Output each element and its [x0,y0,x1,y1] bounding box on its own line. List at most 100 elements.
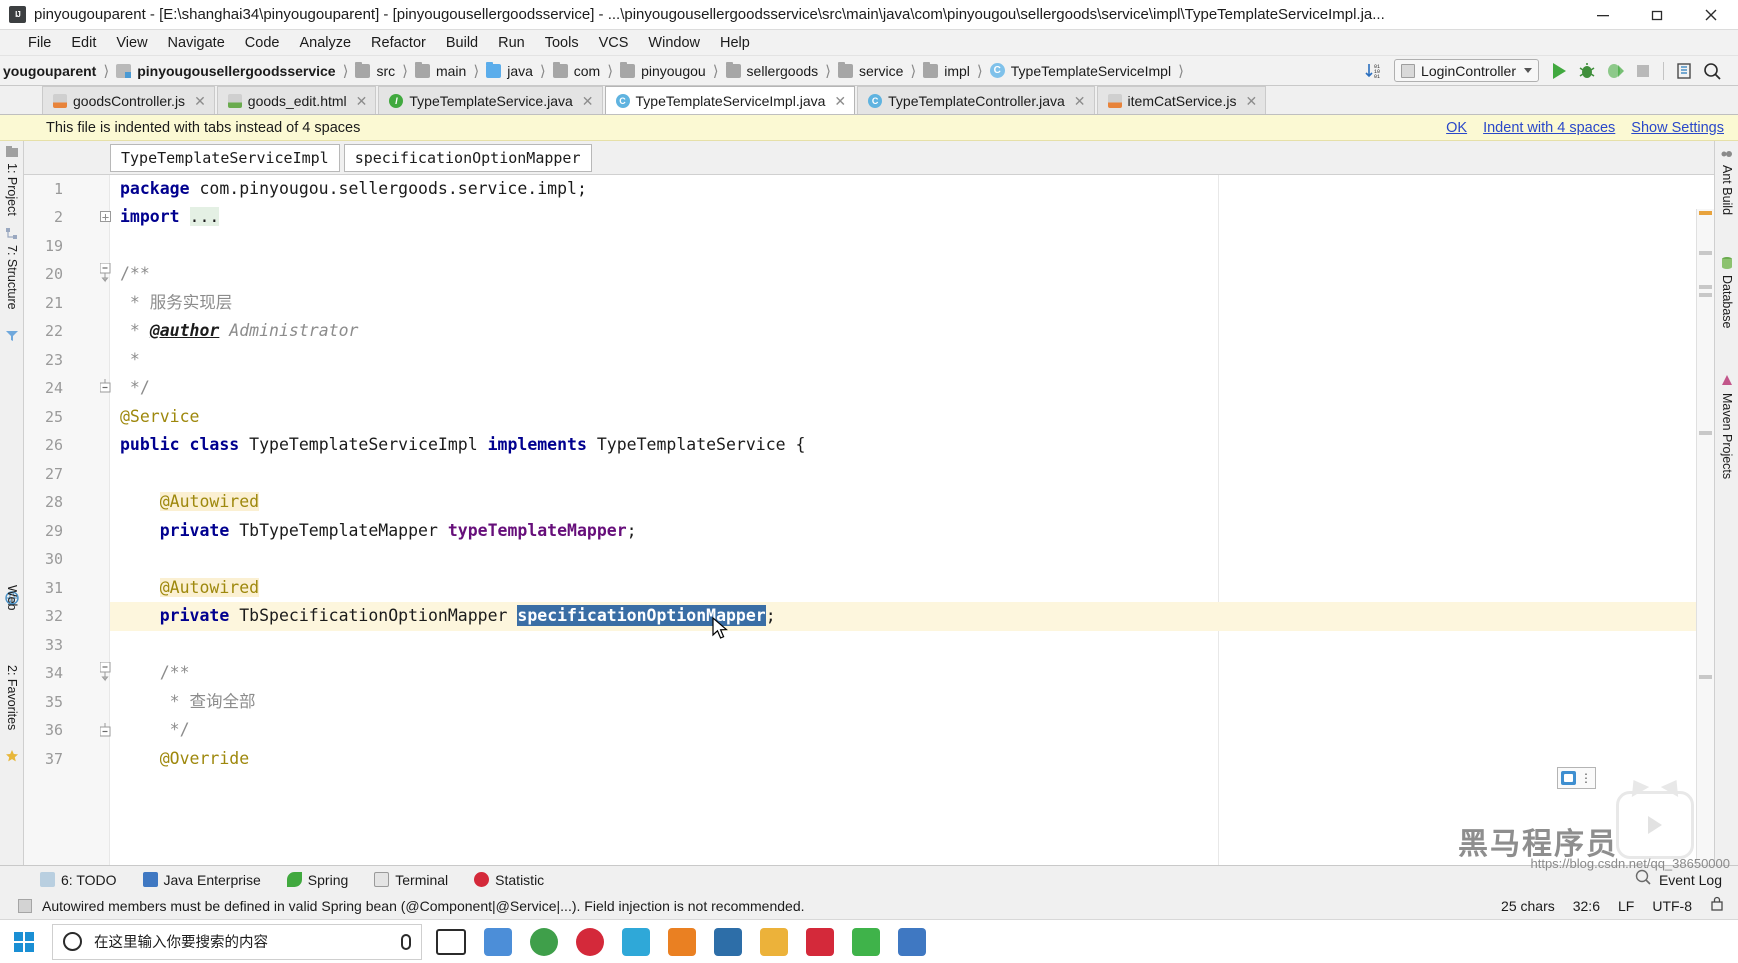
tab-typetemplatecontroller-java[interactable]: C TypeTemplateController.java ✕ [857,86,1095,114]
menu-help[interactable]: Help [710,33,760,53]
code-text-content[interactable]: package com.pinyougou.sellergoods.servic… [110,175,1714,865]
menu-navigate[interactable]: Navigate [158,33,235,53]
code-line[interactable]: * 服务实现层 [120,289,232,318]
close-icon[interactable] [1684,0,1738,30]
tab-typetemplateservice-java[interactable]: I TypeTemplateService.java ✕ [378,86,603,114]
menu-file[interactable]: File [18,33,61,53]
windows-start-icon[interactable] [0,920,48,963]
file-encoding[interactable]: UTF-8 [1652,898,1692,914]
menu-refactor[interactable]: Refactor [361,33,436,53]
sidebar-item-maven-projects[interactable]: Maven Projects [1714,389,1738,483]
code-editor[interactable]: TypeTemplateServiceImpl specificationOpt… [24,141,1714,865]
menu-window[interactable]: Window [638,33,710,53]
code-line[interactable]: /** [120,260,150,289]
microphone-icon[interactable] [401,933,411,950]
app-explorer-orange[interactable] [668,927,696,956]
line-separator[interactable]: LF [1618,898,1634,914]
close-icon[interactable]: ✕ [1245,94,1257,108]
breadcrumb-chip-field[interactable]: specificationOptionMapper [343,143,592,172]
sidebar-item-web[interactable]: Web [0,581,23,614]
sidebar-item-database[interactable]: Database [1714,271,1738,333]
code-line[interactable]: @Autowired [120,574,260,603]
search-icon[interactable] [1698,58,1726,84]
app-pdf[interactable] [806,927,834,956]
banner-indent-link[interactable]: Indent with 4 spaces [1483,120,1615,136]
code-line[interactable]: @Autowired [120,488,260,517]
sidebar-item-structure[interactable]: 7: Structure [0,241,23,314]
close-icon[interactable]: ✕ [194,94,206,108]
menu-code[interactable]: Code [235,33,290,53]
code-line[interactable]: * 查询全部 [120,688,256,717]
menu-vcs[interactable]: VCS [589,33,639,53]
menu-edit[interactable]: Edit [61,33,106,53]
code-line[interactable]: /** [120,659,190,688]
code-line[interactable]: private TbSpecificationOptionMapper spec… [120,602,776,631]
change-marker[interactable] [1699,431,1712,435]
sidebar-item-ant-build[interactable]: Ant Build [1714,161,1738,219]
app-opera[interactable] [576,927,604,956]
menu-run[interactable]: Run [488,33,535,53]
tab-itemcatservice-js[interactable]: itemCatService.js ✕ [1096,86,1267,114]
warning-marker[interactable] [1699,211,1712,215]
change-marker[interactable] [1699,293,1712,297]
code-line[interactable]: import ... [120,203,220,232]
code-line[interactable]: @Override [120,745,249,774]
breadcrumb-item-project[interactable]: yougouparent [0,56,99,86]
change-marker[interactable] [1699,285,1712,289]
tab-typetemplateserviceimpl-java[interactable]: C TypeTemplateServiceImpl.java ✕ [604,86,856,114]
breadcrumb-item-module[interactable]: pinyougousellergoodsservice [113,56,338,86]
tool-window-terminal[interactable]: Terminal [374,872,448,888]
sidebar-item-project[interactable]: 1: Project [0,159,23,220]
run-button[interactable] [1545,58,1573,84]
close-icon[interactable]: ✕ [356,94,368,108]
close-icon[interactable]: ✕ [582,94,594,108]
sort-numeric-icon[interactable]: 01 10 01 [1360,58,1388,84]
breadcrumb-item-pinyougou[interactable]: pinyougou [617,56,709,86]
tool-window-java-enterprise[interactable]: Java Enterprise [142,872,261,888]
breadcrumb-item-class[interactable]: C TypeTemplateServiceImpl [987,56,1174,86]
change-marker[interactable] [1699,675,1712,679]
close-icon[interactable]: ✕ [834,94,846,108]
code-line[interactable]: @Service [120,403,199,432]
breadcrumb-item-impl[interactable]: impl [920,56,973,86]
app-firefox[interactable] [484,927,512,956]
inline-debug-widget[interactable]: ⋮ [1557,767,1596,789]
code-line[interactable]: * [120,346,140,375]
menu-build[interactable]: Build [436,33,488,53]
change-marker[interactable] [1699,251,1712,255]
breadcrumb-item-service[interactable]: service [835,56,906,86]
menu-view[interactable]: View [106,33,157,53]
breadcrumb-chip-class[interactable]: TypeTemplateServiceImpl [110,143,340,172]
breadcrumb-item-sellergoods[interactable]: sellergoods [723,56,822,86]
breadcrumb-item-com[interactable]: com [550,56,603,86]
app-wechat[interactable] [852,927,880,956]
app-intellij-idea[interactable] [714,927,742,956]
analysis-marker-bar[interactable] [1696,209,1714,865]
caret-position[interactable]: 32:6 [1573,898,1600,914]
event-log-button[interactable]: Event Log [1635,869,1738,890]
tab-goods-edit-html[interactable]: goods_edit.html ✕ [216,86,377,114]
line-number-gutter[interactable]: 1 2 19 20 21 22 23 24 25 26 27 28 29 30 … [24,175,111,865]
menu-tools[interactable]: Tools [535,33,589,53]
run-configuration-selector[interactable]: LoginController [1394,59,1539,82]
run-with-coverage-button[interactable] [1601,58,1629,84]
more-options-icon[interactable]: ⋮ [1580,772,1592,784]
app-chrome[interactable] [530,927,558,956]
tool-window-todo[interactable]: 6: TODO [40,872,117,888]
tool-window-spring[interactable]: Spring [286,872,348,888]
breadcrumb-item-java[interactable]: java [483,56,536,86]
code-canvas[interactable]: 1 2 19 20 21 22 23 24 25 26 27 28 29 30 … [24,175,1714,865]
debug-button[interactable] [1573,58,1601,84]
sidebar-item-favorites[interactable]: 2: Favorites [0,661,23,734]
close-icon[interactable]: ✕ [1074,94,1086,108]
code-line[interactable]: */ [120,374,150,403]
banner-settings-link[interactable]: Show Settings [1631,120,1724,136]
tab-goodscontroller-js[interactable]: goodsController.js ✕ [42,86,215,114]
code-line[interactable]: public class TypeTemplateServiceImpl imp… [120,431,805,460]
breadcrumb-item-src[interactable]: src [352,56,398,86]
lock-icon[interactable] [1710,896,1724,916]
code-line[interactable]: * @author Administrator [120,317,359,346]
code-line[interactable]: */ [120,716,190,745]
app-editor[interactable] [898,927,926,956]
code-line[interactable]: private TbTypeTemplateMapper typeTemplat… [120,517,637,546]
